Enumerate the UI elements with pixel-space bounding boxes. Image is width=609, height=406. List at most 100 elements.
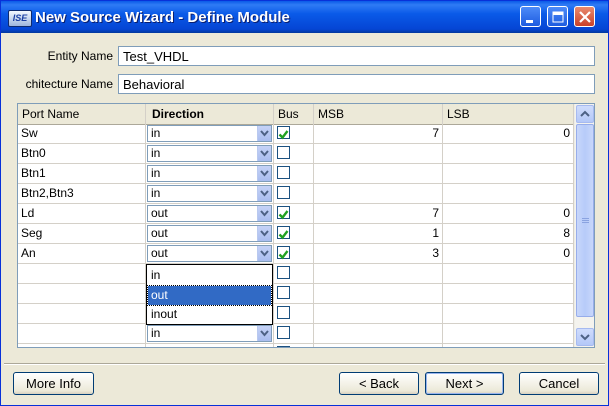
- back-button[interactable]: < Back: [339, 372, 419, 395]
- msb-cell[interactable]: 7: [314, 124, 443, 144]
- chevron-down-icon[interactable]: [257, 126, 271, 141]
- direction-cell[interactable]: out: [146, 244, 274, 264]
- bus-checkbox[interactable]: [277, 246, 290, 260]
- msb-cell[interactable]: [314, 144, 443, 164]
- bus-checkbox[interactable]: [277, 286, 290, 299]
- chevron-down-icon[interactable]: [257, 246, 271, 261]
- port-name-cell[interactable]: Seg: [18, 224, 146, 244]
- direction-select[interactable]: in: [147, 325, 272, 342]
- lsb-cell[interactable]: [443, 344, 574, 347]
- table-row: Btn1 in: [18, 164, 574, 184]
- title-bar[interactable]: ISE New Source Wizard - Define Module: [1, 1, 608, 33]
- architecture-name-field[interactable]: Behavioral: [118, 74, 595, 94]
- entity-name-field[interactable]: Test_VHDL: [118, 46, 595, 66]
- bus-checkbox[interactable]: [277, 326, 290, 339]
- lsb-cell[interactable]: 8: [443, 224, 574, 244]
- scroll-thumb[interactable]: [576, 124, 594, 317]
- vertical-scrollbar[interactable]: [574, 104, 594, 347]
- port-name-cell[interactable]: Btn2,Btn3: [18, 184, 146, 204]
- scroll-down-button[interactable]: [576, 328, 594, 346]
- header-bus[interactable]: Bus: [274, 104, 314, 124]
- minimize-button[interactable]: [520, 6, 541, 27]
- chevron-down-icon[interactable]: [257, 226, 271, 241]
- msb-cell[interactable]: [314, 184, 443, 204]
- bus-cell: [274, 264, 314, 284]
- dropdown-option-out[interactable]: out: [147, 285, 272, 306]
- bus-checkbox[interactable]: [277, 186, 290, 199]
- port-name-cell[interactable]: [18, 324, 146, 344]
- port-name-cell[interactable]: An: [18, 244, 146, 264]
- direction-cell[interactable]: in: [146, 144, 274, 164]
- close-button[interactable]: [574, 6, 595, 27]
- header-direction[interactable]: Direction: [146, 104, 274, 124]
- direction-select[interactable]: in: [147, 165, 272, 182]
- cancel-button[interactable]: Cancel: [519, 372, 599, 395]
- header-port-name[interactable]: Port Name: [18, 104, 146, 124]
- lsb-cell[interactable]: [443, 144, 574, 164]
- lsb-cell[interactable]: [443, 324, 574, 344]
- direction-cell[interactable]: out: [146, 224, 274, 244]
- direction-cell[interactable]: in: [146, 124, 274, 144]
- chevron-down-icon[interactable]: [257, 326, 271, 341]
- msb-cell[interactable]: 3: [314, 244, 443, 264]
- port-name-cell[interactable]: Sw: [18, 124, 146, 144]
- next-button[interactable]: Next >: [425, 372, 504, 395]
- lsb-cell[interactable]: [443, 304, 574, 324]
- direction-cell[interactable]: out: [146, 204, 274, 224]
- port-name-cell[interactable]: Btn1: [18, 164, 146, 184]
- direction-select[interactable]: in: [147, 145, 272, 162]
- port-name-cell[interactable]: [18, 264, 146, 284]
- msb-cell[interactable]: [314, 264, 443, 284]
- lsb-cell[interactable]: 0: [443, 244, 574, 264]
- msb-cell[interactable]: [314, 304, 443, 324]
- bus-cell: [274, 324, 314, 344]
- bus-checkbox[interactable]: [277, 226, 290, 240]
- port-name-cell[interactable]: [18, 344, 146, 347]
- msb-cell[interactable]: [314, 284, 443, 304]
- bus-checkbox[interactable]: [277, 146, 290, 159]
- msb-cell[interactable]: [314, 344, 443, 347]
- dropdown-option-in[interactable]: in: [148, 266, 271, 285]
- bus-checkbox[interactable]: [277, 266, 290, 279]
- bus-cell: [274, 124, 314, 144]
- msb-cell[interactable]: [314, 164, 443, 184]
- direction-select[interactable]: in: [147, 125, 272, 142]
- chevron-down-icon[interactable]: [257, 186, 271, 201]
- bus-checkbox[interactable]: [277, 346, 290, 347]
- port-name-cell[interactable]: Btn0: [18, 144, 146, 164]
- direction-cell[interactable]: in: [146, 324, 274, 344]
- port-name-text: Seg: [21, 226, 43, 240]
- direction-cell[interactable]: [146, 344, 274, 347]
- chevron-down-icon[interactable]: [257, 146, 271, 161]
- direction-cell[interactable]: in: [146, 164, 274, 184]
- lsb-cell[interactable]: [443, 264, 574, 284]
- more-info-button[interactable]: More Info: [13, 372, 94, 395]
- msb-cell[interactable]: [314, 324, 443, 344]
- bus-checkbox[interactable]: [277, 206, 290, 220]
- lsb-cell[interactable]: [443, 184, 574, 204]
- dropdown-option-inout[interactable]: inout: [148, 305, 271, 324]
- maximize-button[interactable]: [547, 6, 568, 27]
- direction-cell[interactable]: in: [146, 184, 274, 204]
- direction-select[interactable]: in: [147, 185, 272, 202]
- scroll-up-button[interactable]: [576, 105, 594, 123]
- msb-cell[interactable]: 1: [314, 224, 443, 244]
- bus-checkbox[interactable]: [277, 126, 290, 140]
- port-name-cell[interactable]: Ld: [18, 204, 146, 224]
- port-name-cell[interactable]: [18, 284, 146, 304]
- chevron-down-icon[interactable]: [257, 206, 271, 221]
- lsb-cell[interactable]: [443, 284, 574, 304]
- port-name-cell[interactable]: [18, 304, 146, 324]
- direction-select[interactable]: out: [147, 205, 272, 222]
- direction-select[interactable]: out: [147, 245, 272, 262]
- lsb-cell[interactable]: [443, 164, 574, 184]
- lsb-cell[interactable]: 0: [443, 204, 574, 224]
- lsb-cell[interactable]: 0: [443, 124, 574, 144]
- header-msb[interactable]: MSB: [314, 104, 443, 124]
- header-lsb[interactable]: LSB: [443, 104, 574, 124]
- chevron-down-icon[interactable]: [257, 166, 271, 181]
- bus-checkbox[interactable]: [277, 306, 290, 319]
- bus-checkbox[interactable]: [277, 166, 290, 179]
- msb-cell[interactable]: 7: [314, 204, 443, 224]
- direction-select[interactable]: out: [147, 225, 272, 242]
